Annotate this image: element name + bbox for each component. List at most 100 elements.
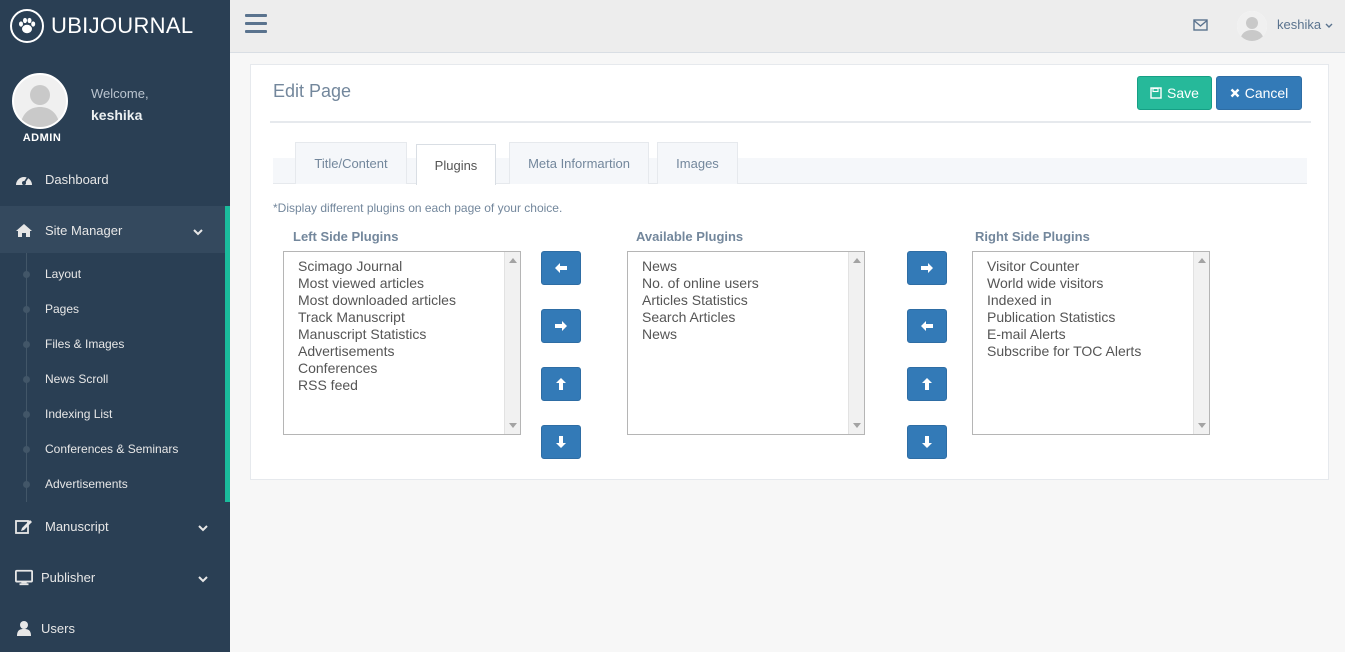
- chevron-down-icon: [198, 571, 208, 586]
- profile-username: keshika: [91, 107, 143, 123]
- sidebar-item-indexing-list[interactable]: Indexing List: [0, 396, 225, 431]
- user-icon: [15, 619, 33, 637]
- list-item[interactable]: News: [642, 326, 864, 343]
- list-item[interactable]: News: [642, 258, 864, 275]
- nav-publisher[interactable]: Publisher: [0, 553, 230, 601]
- move-down-button[interactable]: [907, 425, 947, 459]
- sub-label: Layout: [45, 266, 82, 281]
- list-item[interactable]: Subscribe for TOC Alerts: [987, 343, 1209, 360]
- user-menu[interactable]: keshika: [1277, 17, 1333, 32]
- dashboard-icon: [15, 170, 33, 188]
- nav-users[interactable]: Users: [0, 604, 230, 652]
- sub-label: Advertisements: [45, 476, 128, 491]
- tab-images[interactable]: Images: [657, 142, 738, 184]
- sidebar: UBIJOURNAL ADMIN Welcome, keshika Dashbo…: [0, 0, 230, 652]
- available-plugins-label: Available Plugins: [636, 229, 744, 244]
- desktop-icon: [15, 568, 33, 586]
- list-item[interactable]: Publication Statistics: [987, 309, 1209, 326]
- move-left-button[interactable]: [541, 251, 581, 285]
- list-item[interactable]: E-mail Alerts: [987, 326, 1209, 343]
- arrow-down-icon: [556, 436, 566, 448]
- arrow-down-icon: [922, 436, 932, 448]
- move-left-button[interactable]: [907, 309, 947, 343]
- save-label: Save: [1167, 85, 1199, 101]
- sub-label: Files & Images: [45, 336, 125, 351]
- chevron-down-icon: [193, 224, 203, 239]
- close-icon: [1230, 88, 1240, 98]
- top-navbar: keshika: [230, 0, 1345, 53]
- move-down-button[interactable]: [541, 425, 581, 459]
- left-plugins-label: Left Side Plugins: [293, 229, 399, 244]
- move-right-button[interactable]: [541, 309, 581, 343]
- list-item[interactable]: World wide visitors: [987, 275, 1209, 292]
- divider: [270, 121, 1311, 123]
- scrollbar[interactable]: [504, 252, 520, 434]
- left-plugins-list[interactable]: Scimago Journal Most viewed articles Mos…: [283, 251, 521, 435]
- hamburger-icon[interactable]: [245, 14, 267, 34]
- site-manager-submenu: Layout Pages Files & Images News Scroll …: [0, 253, 230, 502]
- avatar: [12, 73, 68, 129]
- paw-icon: [10, 9, 44, 43]
- user-role: ADMIN: [22, 132, 62, 144]
- sidebar-item-layout[interactable]: Layout: [0, 256, 225, 291]
- list-item[interactable]: Most viewed articles: [298, 275, 520, 292]
- avatar[interactable]: [1237, 11, 1267, 41]
- chevron-down-icon: [198, 520, 208, 535]
- list-item[interactable]: Manuscript Statistics: [298, 326, 520, 343]
- edit-icon: [15, 517, 33, 535]
- plugins-note: *Display different plugins on each page …: [273, 201, 563, 215]
- right-plugins-list[interactable]: Visitor Counter World wide visitors Inde…: [972, 251, 1210, 435]
- move-up-button[interactable]: [541, 367, 581, 401]
- nav-site-manager-label: Site Manager: [45, 222, 123, 238]
- tab-meta-information[interactable]: Meta Informartion: [509, 142, 649, 184]
- list-item[interactable]: Articles Statistics: [642, 292, 864, 309]
- welcome-text: Welcome,: [91, 86, 149, 101]
- scrollbar[interactable]: [848, 252, 864, 434]
- tab-title-content[interactable]: Title/Content: [295, 142, 407, 184]
- list-item[interactable]: Scimago Journal: [298, 258, 520, 275]
- list-item[interactable]: Conferences: [298, 360, 520, 377]
- nav-site-manager[interactable]: Site Manager: [0, 206, 230, 254]
- scrollbar[interactable]: [1193, 252, 1209, 434]
- brand-name: UBIJOURNAL: [51, 13, 194, 38]
- sidebar-item-pages[interactable]: Pages: [0, 291, 225, 326]
- home-icon: [15, 221, 33, 239]
- sidebar-item-news-scroll[interactable]: News Scroll: [0, 361, 225, 396]
- move-right-button[interactable]: [907, 251, 947, 285]
- list-item[interactable]: Visitor Counter: [987, 258, 1209, 275]
- save-button[interactable]: Save: [1137, 76, 1212, 110]
- brand[interactable]: UBIJOURNAL: [0, 0, 230, 52]
- arrow-up-icon: [922, 378, 932, 390]
- cancel-button[interactable]: Cancel: [1216, 76, 1302, 110]
- chevron-down-icon: [1325, 23, 1333, 28]
- list-item[interactable]: Indexed in: [987, 292, 1209, 309]
- nav-dashboard[interactable]: Dashboard: [0, 155, 230, 203]
- list-item[interactable]: Search Articles: [642, 309, 864, 326]
- nav-users-label: Users: [41, 620, 75, 636]
- arrow-left-icon: [555, 263, 567, 273]
- sub-label: Pages: [45, 301, 80, 316]
- list-item[interactable]: Most downloaded articles: [298, 292, 520, 309]
- arrow-right-icon: [555, 321, 567, 331]
- available-plugins-list[interactable]: News No. of online users Articles Statis…: [627, 251, 865, 435]
- tab-plugins[interactable]: Plugins: [416, 144, 496, 185]
- floppy-icon: [1150, 87, 1162, 99]
- sub-label: News Scroll: [45, 371, 109, 386]
- sidebar-item-files-images[interactable]: Files & Images: [0, 326, 225, 361]
- arrow-up-icon: [556, 378, 566, 390]
- nav-manuscript[interactable]: Manuscript: [0, 502, 230, 550]
- arrow-left-icon: [921, 321, 933, 331]
- move-up-button[interactable]: [907, 367, 947, 401]
- sidebar-item-conferences[interactable]: Conferences & Seminars: [0, 431, 225, 466]
- list-item[interactable]: RSS feed: [298, 377, 520, 394]
- sub-label: Indexing List: [45, 406, 113, 421]
- right-plugins-label: Right Side Plugins: [975, 229, 1090, 244]
- nav-dashboard-label: Dashboard: [45, 171, 109, 187]
- sidebar-item-advertisements[interactable]: Advertisements: [0, 466, 225, 501]
- profile: ADMIN Welcome, keshika: [0, 52, 230, 152]
- list-item[interactable]: No. of online users: [642, 275, 864, 292]
- envelope-icon[interactable]: [1193, 18, 1208, 36]
- nav-publisher-label: Publisher: [41, 569, 96, 585]
- list-item[interactable]: Track Manuscript: [298, 309, 520, 326]
- list-item[interactable]: Advertisements: [298, 343, 520, 360]
